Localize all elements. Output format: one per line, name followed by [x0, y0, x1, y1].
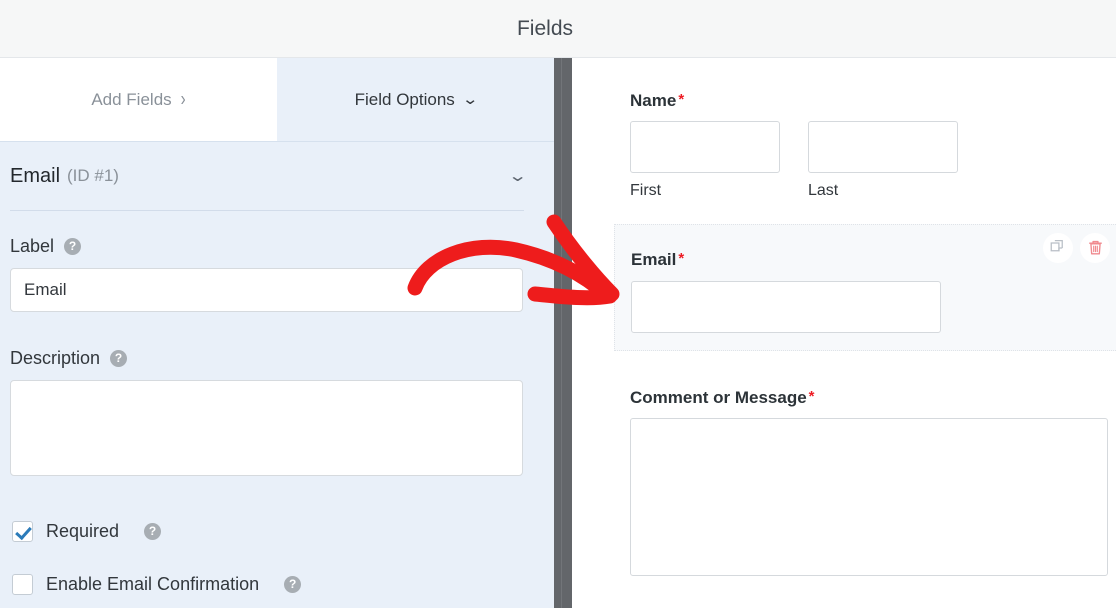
- help-circle-icon[interactable]: ?: [144, 523, 162, 540]
- field-action-buttons: [1043, 233, 1110, 263]
- name-first-input[interactable]: [630, 121, 780, 173]
- help-circle-icon[interactable]: ?: [284, 576, 302, 593]
- field-options-panel: Add Fields › Field Options ⌄ Email (ID #…: [0, 58, 554, 608]
- preview-email-input[interactable]: [631, 281, 941, 333]
- label-field-label: Label: [10, 236, 55, 256]
- chevron-down-icon: ⌄: [461, 91, 479, 108]
- duplicate-field-button[interactable]: [1043, 233, 1073, 263]
- preview-field-message[interactable]: Comment or Message *: [630, 388, 1110, 581]
- delete-field-button[interactable]: [1080, 233, 1110, 263]
- form-preview-panel: Name * First Last Email * Comment or Mes…: [572, 58, 1116, 608]
- required-checkbox[interactable]: [12, 521, 33, 542]
- description-field-label: Description: [10, 348, 101, 368]
- chevron-right-icon: ›: [180, 88, 186, 111]
- tab-add-fields-label: Add Fields: [91, 89, 172, 109]
- required-checkbox-row[interactable]: Required ?: [12, 521, 162, 542]
- name-first-wrap: First: [630, 121, 780, 200]
- tab-field-options[interactable]: Field Options ⌄: [277, 58, 554, 141]
- tab-add-fields[interactable]: Add Fields ›: [0, 58, 277, 141]
- email-confirmation-checkbox[interactable]: [12, 574, 33, 595]
- label-input[interactable]: [10, 268, 523, 312]
- panel-tabs: Add Fields › Field Options ⌄: [0, 58, 554, 142]
- email-confirmation-checkbox-row[interactable]: Enable Email Confirmation ?: [12, 574, 302, 595]
- preview-field-email[interactable]: Email *: [614, 224, 1116, 351]
- top-header-bar: Fields: [0, 0, 1116, 58]
- required-asterisk: *: [808, 388, 815, 405]
- panel-resize-divider[interactable]: [554, 58, 572, 608]
- name-last-sublabel: Last: [808, 182, 839, 199]
- name-last-input[interactable]: [808, 121, 958, 173]
- preview-message-label: Comment or Message *: [630, 388, 815, 407]
- option-group-description: Description ?: [10, 348, 523, 481]
- preview-name-label: Name *: [630, 91, 685, 110]
- option-group-label: Label ?: [10, 236, 523, 312]
- preview-email-label-wrap: Email *: [631, 250, 684, 280]
- name-first-sublabel: First: [630, 182, 662, 199]
- label-row: Label ?: [10, 236, 523, 257]
- field-options-header-inner: Email (ID #1) ⌄: [10, 142, 527, 211]
- name-last-wrap: Last: [808, 121, 958, 200]
- preview-message-input[interactable]: [630, 418, 1108, 576]
- description-row: Description ?: [10, 348, 523, 369]
- duplicate-icon: [1050, 239, 1063, 252]
- help-circle-icon[interactable]: ?: [64, 238, 82, 255]
- required-asterisk: *: [678, 250, 685, 267]
- page-title: Fields: [516, 17, 574, 40]
- field-id-label: (ID #1): [67, 166, 119, 185]
- trash-icon: [1088, 240, 1102, 255]
- preview-field-name[interactable]: Name * First Last: [630, 91, 1060, 200]
- field-title: Email: [10, 164, 61, 187]
- field-options-header[interactable]: Email (ID #1) ⌄: [0, 142, 554, 212]
- help-circle-icon[interactable]: ?: [110, 350, 128, 367]
- chevron-down-icon[interactable]: ⌄: [507, 166, 527, 186]
- required-checkbox-label: Required: [46, 521, 120, 541]
- description-input[interactable]: [10, 380, 523, 476]
- email-confirmation-checkbox-label: Enable Email Confirmation: [46, 574, 260, 594]
- preview-email-label: Email *: [631, 250, 685, 269]
- required-asterisk: *: [678, 91, 685, 108]
- name-subfields: First Last: [630, 121, 1060, 200]
- tab-field-options-label: Field Options: [354, 89, 455, 109]
